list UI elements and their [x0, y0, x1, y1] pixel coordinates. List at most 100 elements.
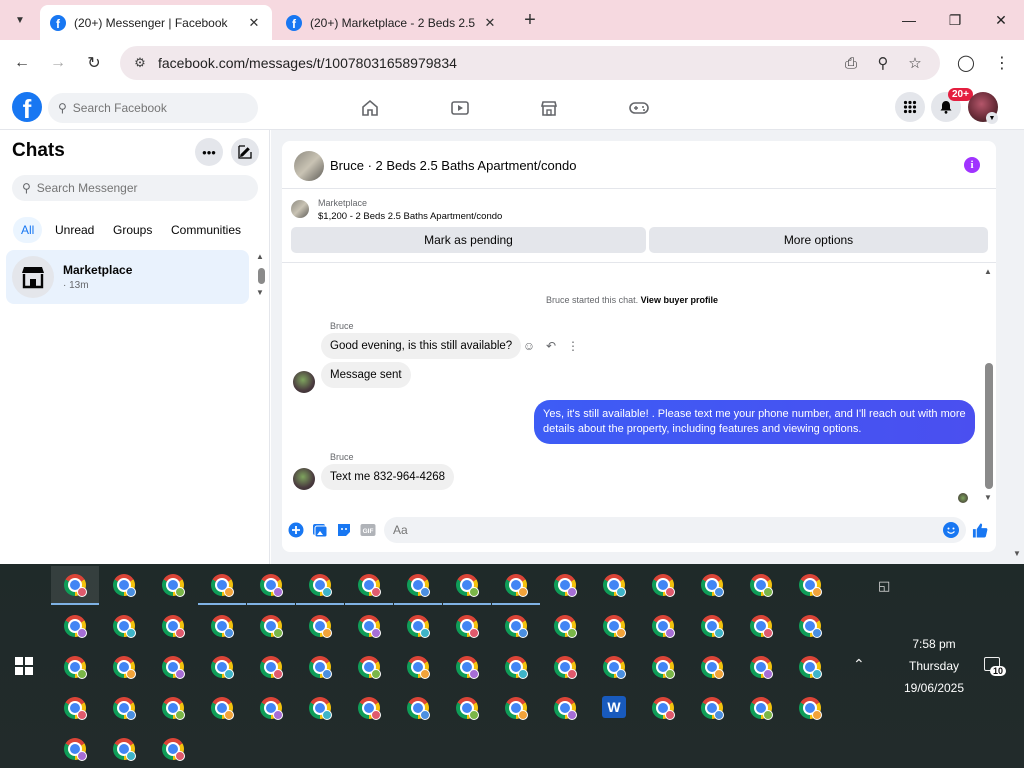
more-icon[interactable]: ⋮	[565, 338, 581, 354]
taskbar-chrome-window[interactable]	[541, 648, 589, 686]
more-options-button[interactable]: More options	[649, 227, 988, 253]
profile-icon[interactable]: ◯	[954, 51, 978, 75]
more-options-icon[interactable]: •••	[195, 138, 223, 166]
taskbar-chrome-window[interactable]	[492, 648, 540, 686]
taskbar-chrome-window[interactable]	[247, 689, 295, 727]
home-icon[interactable]	[358, 96, 382, 120]
taskbar-chrome-window[interactable]	[541, 689, 589, 727]
close-tab-icon[interactable]: ✕	[246, 15, 262, 31]
taskbar-chrome-window[interactable]	[639, 648, 687, 686]
taskbar-chrome-window[interactable]	[737, 566, 785, 604]
taskbar-chrome-window[interactable]	[149, 730, 197, 768]
listing-avatar[interactable]	[294, 151, 324, 181]
back-icon[interactable]: ←	[10, 51, 34, 75]
restore-icon[interactable]: ❐	[940, 6, 970, 34]
taskbar-chrome-window[interactable]	[590, 607, 638, 645]
mark-as-pending-button[interactable]: Mark as pending	[291, 227, 646, 253]
url-text[interactable]: facebook.com/messages/t/1007803165897983…	[158, 55, 940, 71]
scroll-down-icon[interactable]: ▼	[984, 493, 992, 502]
taskbar-chrome-window[interactable]	[296, 607, 344, 645]
taskbar-chrome-window[interactable]	[492, 689, 540, 727]
taskbar-chrome-window[interactable]	[688, 566, 736, 604]
like-thumb-icon[interactable]	[972, 522, 988, 538]
emoji-icon[interactable]	[943, 522, 959, 538]
forward-icon[interactable]: →	[46, 51, 70, 75]
taskbar-chrome-window[interactable]	[443, 648, 491, 686]
taskbar-chrome-window[interactable]	[296, 566, 344, 605]
taskbar-chrome-window[interactable]	[198, 648, 246, 686]
react-icon[interactable]: ☺	[521, 338, 537, 354]
video-icon[interactable]	[448, 96, 472, 120]
taskbar-chrome-window[interactable]	[786, 648, 834, 686]
incoming-message[interactable]: Text me 832-964-4268	[321, 464, 455, 490]
taskbar-word[interactable]: W	[590, 689, 638, 727]
facebook-logo-icon[interactable]: f	[12, 92, 42, 122]
menu-grid-icon[interactable]	[895, 92, 925, 122]
taskbar-chrome-window[interactable]	[100, 607, 148, 645]
taskbar-chrome-window[interactable]	[198, 607, 246, 645]
taskbar-chrome-window[interactable]	[786, 607, 834, 645]
filter-groups[interactable]: Groups	[105, 217, 160, 243]
sticker-icon[interactable]	[336, 522, 352, 538]
scroll-down-icon[interactable]: ▼	[1013, 549, 1021, 558]
taskbar-chrome-window[interactable]	[737, 648, 785, 686]
clock-time[interactable]: 7:58 pm	[900, 637, 968, 651]
taskbar-chrome-window[interactable]	[737, 607, 785, 645]
taskbar-chrome-window[interactable]	[51, 689, 99, 727]
filter-unread[interactable]: Unread	[47, 217, 102, 243]
taskbar-chrome-window[interactable]	[296, 648, 344, 686]
taskbar-chrome-window[interactable]	[394, 607, 442, 645]
taskbar-chrome-window[interactable]	[737, 689, 785, 727]
info-icon[interactable]: i	[964, 157, 980, 173]
taskbar-chrome-window[interactable]	[786, 689, 834, 727]
taskbar-chrome-window[interactable]	[345, 689, 393, 727]
taskbar-chrome-window[interactable]	[100, 566, 148, 604]
taskbar-chrome-window[interactable]	[149, 607, 197, 645]
taskbar-chrome-window[interactable]	[639, 689, 687, 727]
taskbar-chrome-window[interactable]	[51, 730, 99, 768]
marketplace-icon[interactable]	[537, 96, 561, 120]
taskbar-chrome-window[interactable]	[688, 607, 736, 645]
taskbar-chrome-window[interactable]	[394, 648, 442, 686]
taskbar-chrome-window[interactable]	[541, 607, 589, 645]
taskbar-chrome-window[interactable]	[51, 648, 99, 686]
network-icon[interactable]: ◱	[878, 578, 890, 594]
bookmark-star-icon[interactable]: ☆	[904, 53, 926, 73]
taskbar-chrome-window[interactable]	[688, 689, 736, 727]
taskbar-chrome-window[interactable]	[100, 648, 148, 686]
show-hidden-icons-chevron-up-icon[interactable]: ⌃	[853, 656, 865, 673]
taskbar-chrome-window[interactable]	[541, 566, 589, 604]
tab-messenger[interactable]: f (20+) Messenger | Facebook ✕	[40, 5, 272, 40]
listing-price-title[interactable]: $1,200 - 2 Beds 2.5 Baths Apartment/cond…	[318, 211, 502, 222]
taskbar-chrome-window[interactable]	[51, 607, 99, 645]
conversation-scrollbar[interactable]	[985, 363, 993, 489]
site-settings-icon[interactable]: ⚙	[130, 55, 150, 71]
taskbar-chrome-window[interactable]	[394, 566, 442, 605]
omnibox[interactable]: ⚙ facebook.com/messages/t/10078031658979…	[120, 46, 940, 80]
close-tab-icon[interactable]: ✕	[482, 15, 498, 31]
scroll-up-icon[interactable]: ▲	[256, 252, 264, 261]
taskbar-chrome-window[interactable]	[443, 607, 491, 645]
taskbar-chrome-window[interactable]	[590, 648, 638, 686]
taskbar-chrome-window[interactable]	[296, 689, 344, 727]
gif-icon[interactable]: GIF	[360, 522, 376, 538]
taskbar-chrome-window[interactable]	[149, 648, 197, 686]
taskbar-chrome-window[interactable]	[100, 689, 148, 727]
taskbar-chrome-window[interactable]	[247, 566, 295, 605]
taskbar-chrome-window[interactable]	[688, 648, 736, 686]
new-message-icon[interactable]	[231, 138, 259, 166]
taskbar-chrome-window[interactable]	[394, 689, 442, 727]
clock-day[interactable]: Thursday	[900, 659, 968, 673]
taskbar-chrome-window[interactable]	[198, 566, 246, 605]
taskbar-chrome-window[interactable]	[247, 607, 295, 645]
browser-menu-icon[interactable]: ⋮	[990, 51, 1014, 75]
taskbar-chrome-window[interactable]	[639, 607, 687, 645]
taskbar-chrome-window[interactable]	[345, 607, 393, 645]
incoming-message[interactable]: Good evening, is this still available?	[321, 333, 522, 359]
scroll-up-icon[interactable]: ▲	[984, 267, 992, 276]
view-buyer-profile-link[interactable]: View buyer profile	[641, 295, 718, 305]
taskbar-chrome-window[interactable]	[786, 566, 834, 604]
messenger-search-input[interactable]	[36, 181, 237, 195]
facebook-search[interactable]: ⚲	[48, 93, 258, 123]
taskbar-chrome-window[interactable]	[149, 566, 197, 604]
